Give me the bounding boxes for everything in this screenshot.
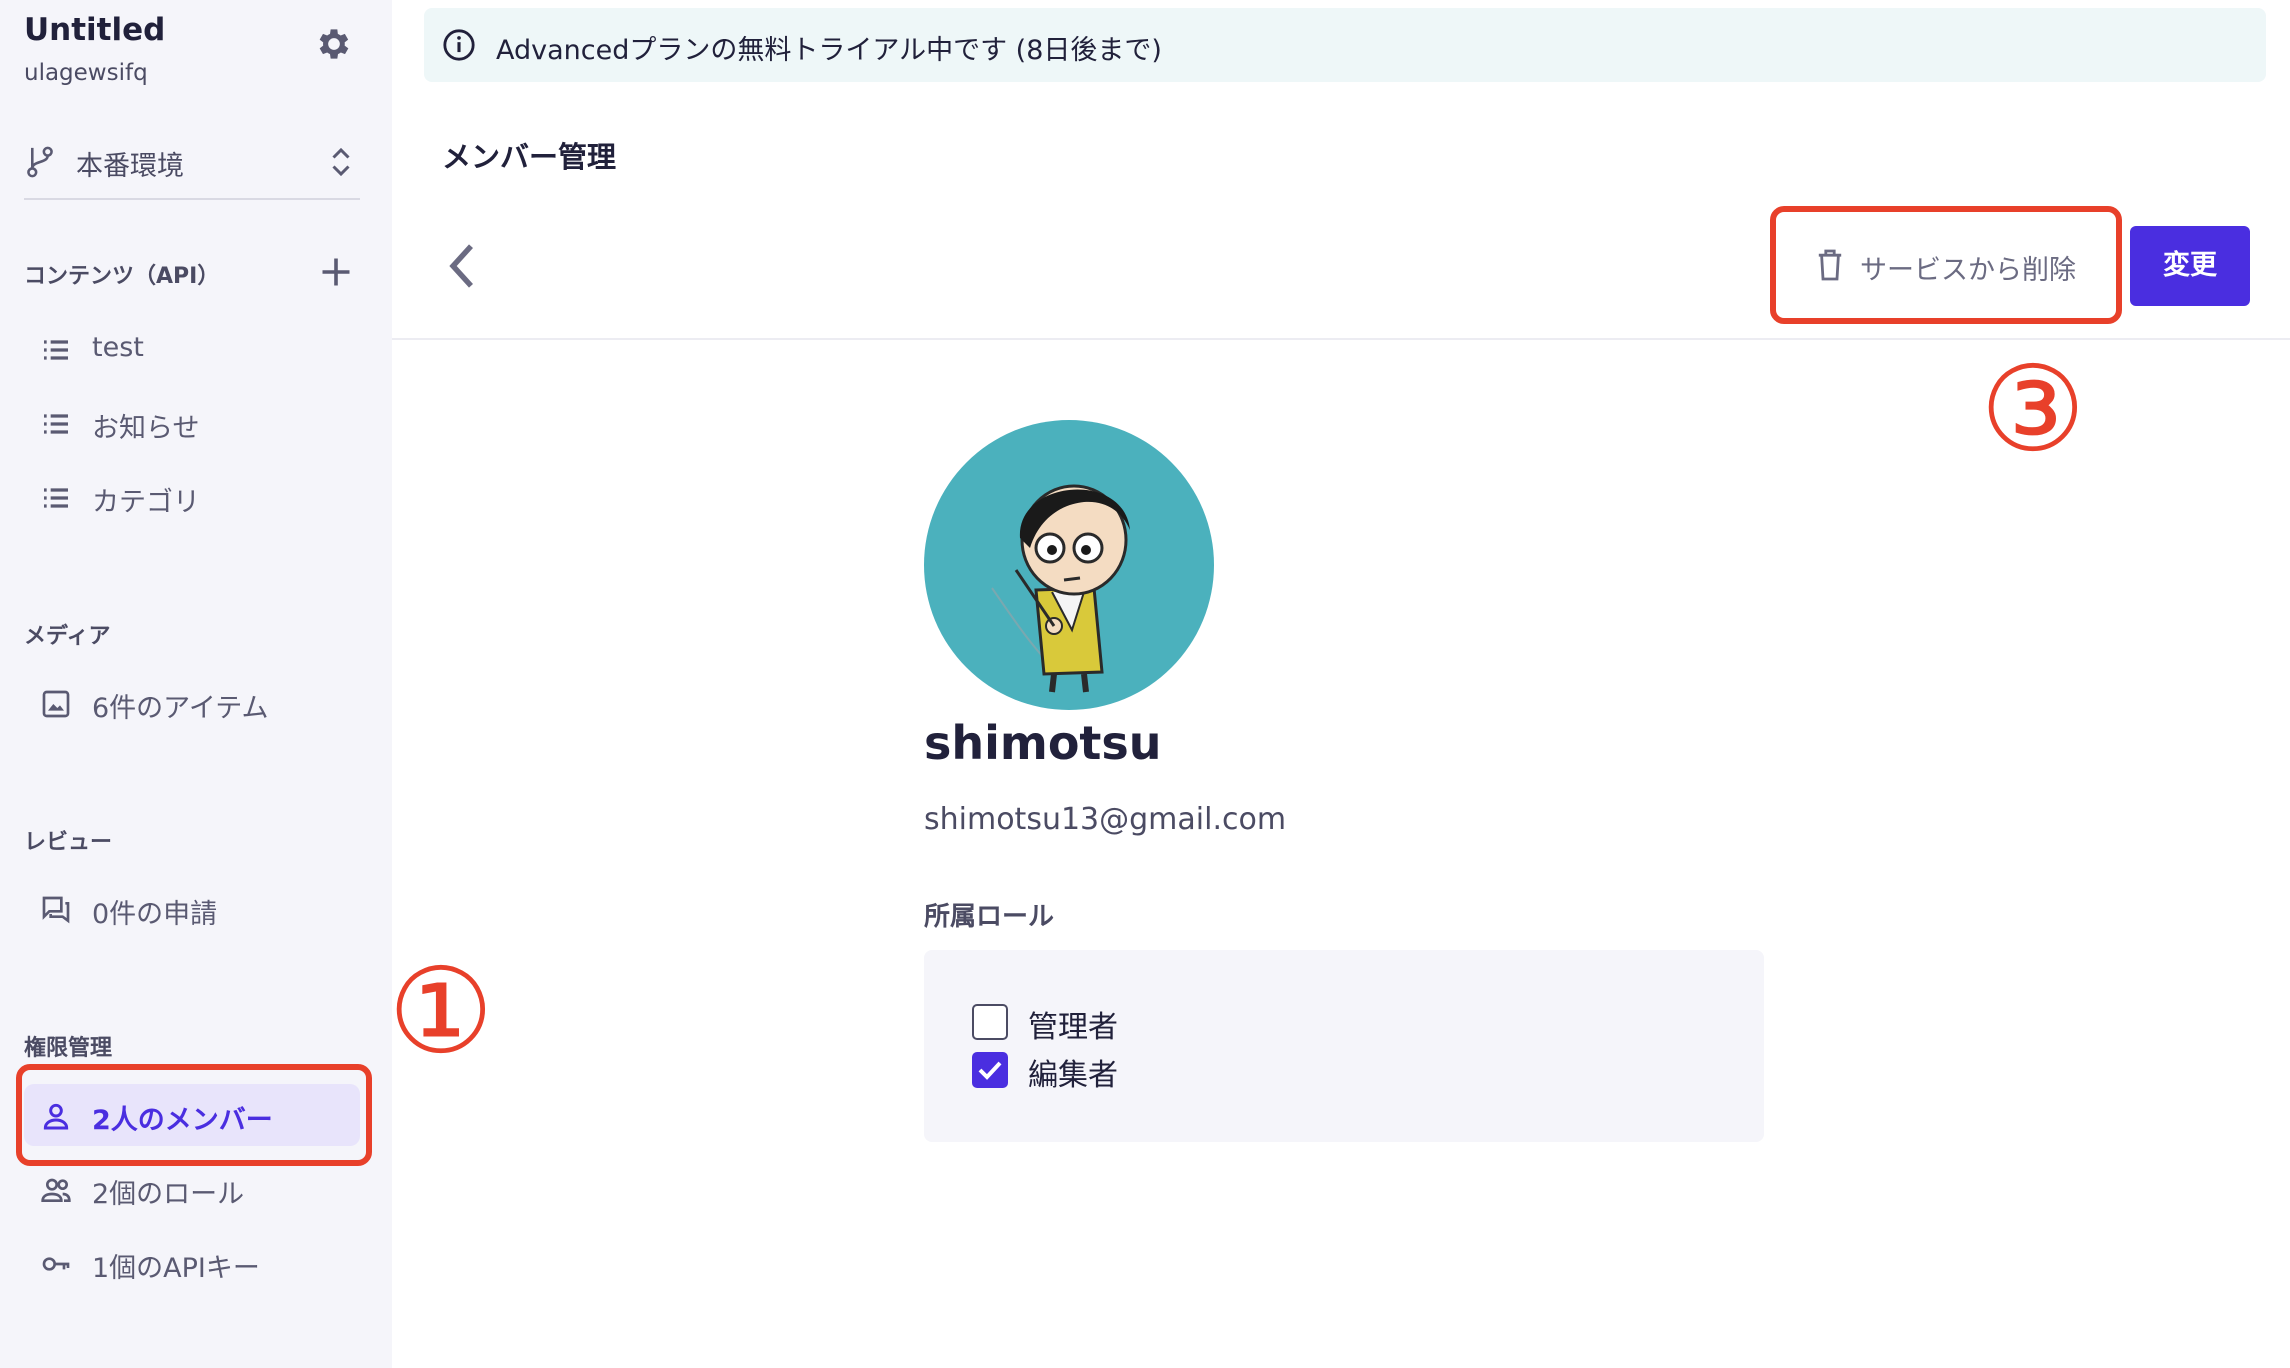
- media-section-title: メディア: [24, 624, 111, 649]
- sidebar-item-roles[interactable]: 2個のロール: [24, 1158, 360, 1220]
- sidebar-item-label: test: [92, 332, 144, 363]
- role-admin[interactable]: 管理者: [972, 1000, 1372, 1045]
- info-icon: [443, 29, 475, 61]
- list-icon: [44, 414, 68, 434]
- role-admin-label: 管理者: [1028, 1010, 1118, 1045]
- review-section-title: レビュー: [24, 830, 113, 855]
- permissions-section-title: 権限管理: [24, 1036, 113, 1061]
- annotation-box-delete: [1770, 206, 2122, 324]
- roles-title: 所属ロール: [924, 902, 1055, 932]
- people-icon: [41, 1178, 71, 1202]
- avatar: [924, 420, 1214, 710]
- annotation-number-three: ③: [1980, 340, 2086, 478]
- sidebar-item-test[interactable]: test: [24, 318, 360, 380]
- key-icon: [42, 1257, 70, 1271]
- contents-section-title: コンテンツ（API）: [24, 264, 220, 289]
- app-subtitle: ulagewsifq: [24, 60, 148, 86]
- image-icon: [42, 690, 70, 718]
- sidebar-item-label: 6件のアイテム: [92, 693, 269, 724]
- page-title: メンバー管理: [442, 140, 617, 174]
- change-button[interactable]: 変更: [2130, 226, 2250, 306]
- role-editor-checkbox[interactable]: [972, 1052, 1008, 1088]
- trial-banner: Advancedプランの無料トライアル中です (8日後まで): [424, 8, 2266, 82]
- sidebar-item-label: 2個のロール: [92, 1179, 245, 1210]
- sidebar-item-category[interactable]: カテゴリ: [24, 466, 360, 528]
- role-admin-checkbox[interactable]: [972, 1004, 1008, 1040]
- sidebar-item-label: カテゴリ: [92, 487, 200, 518]
- sidebar-item-apikeys[interactable]: 1個のAPIキー: [24, 1232, 360, 1294]
- sidebar-item-media[interactable]: 6件のアイテム: [24, 672, 360, 734]
- gear-icon[interactable]: [314, 24, 354, 64]
- list-icon: [44, 340, 68, 360]
- add-api-icon[interactable]: [318, 254, 354, 290]
- sidebar-item-review[interactable]: 0件の申請: [24, 878, 360, 940]
- sidebar-item-label: 1個のAPIキー: [92, 1253, 260, 1284]
- role-editor-label: 編集者: [1028, 1058, 1118, 1093]
- branch-icon: [27, 146, 53, 178]
- annotation-number-one: ①: [388, 942, 494, 1080]
- member-name: shimotsu: [924, 716, 1162, 770]
- avatar-illustration: [991, 484, 1130, 693]
- list-icon: [44, 488, 68, 508]
- sidebar-item-label: 0件の申請: [92, 899, 218, 930]
- chevron-updown-icon: [332, 147, 350, 177]
- annotation-box-members: [16, 1064, 372, 1166]
- member-email: shimotsu13@gmail.com: [924, 802, 1287, 837]
- app-title: Untitled: [24, 12, 166, 48]
- header-divider: [392, 338, 2290, 340]
- back-chevron-icon[interactable]: [444, 240, 480, 292]
- sidebar-item-label: お知らせ: [92, 413, 200, 444]
- chat-icon: [42, 896, 70, 924]
- sidebar-item-news[interactable]: お知らせ: [24, 392, 360, 454]
- environment-label: 本番環境: [76, 151, 184, 182]
- role-editor[interactable]: 編集者: [972, 1048, 1372, 1093]
- checkmark-icon: [978, 1061, 1002, 1080]
- banner-text: Advancedプランの無料トライアル中です (8日後まで): [496, 35, 1162, 66]
- roles-box: 管理者 編集者: [924, 950, 1764, 1142]
- environment-selector[interactable]: 本番環境: [24, 136, 360, 200]
